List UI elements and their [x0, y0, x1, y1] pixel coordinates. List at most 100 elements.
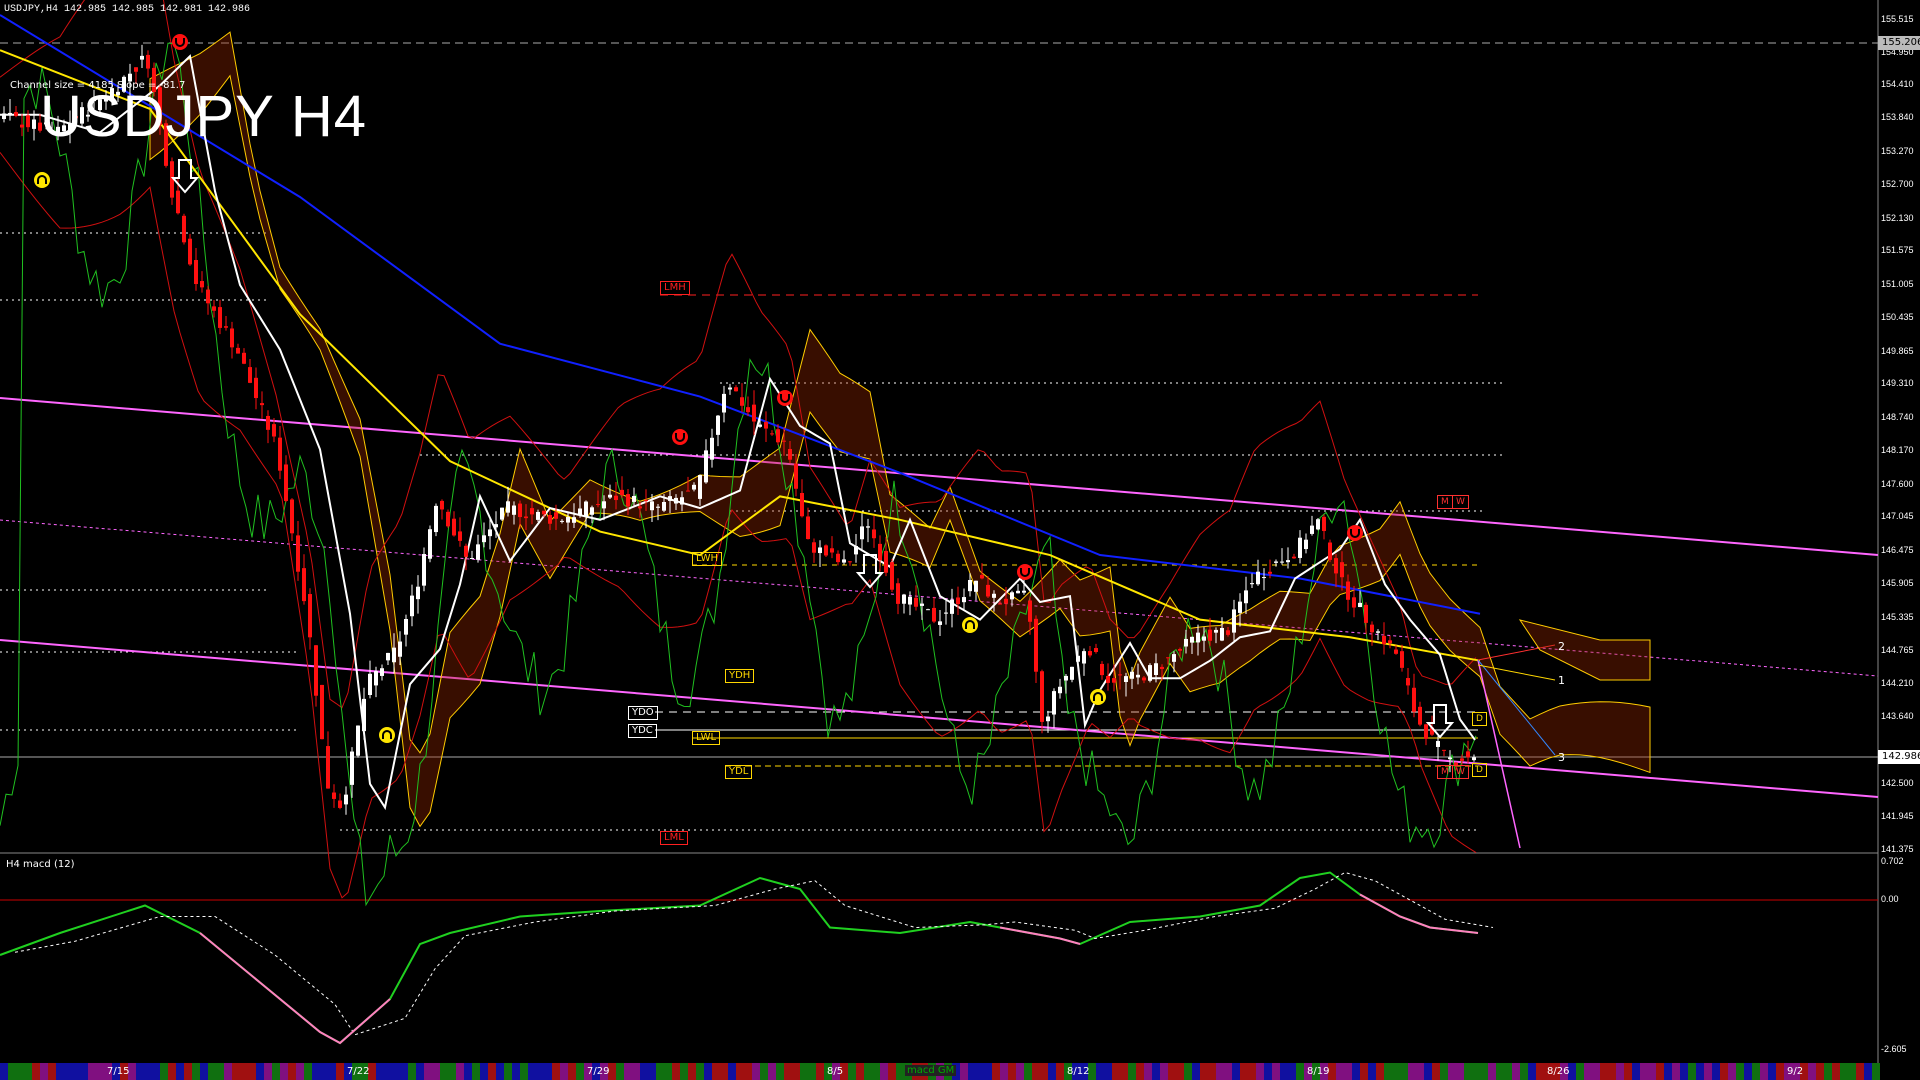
timeline-bar-segment: [1096, 1063, 1104, 1080]
timeline-bar-segment: [632, 1063, 640, 1080]
timeline-bar-segment: [624, 1063, 632, 1080]
candle-body: [1196, 632, 1200, 643]
timeline-bar-segment: [296, 1063, 304, 1080]
timeframe-tag: M: [1437, 765, 1453, 779]
candle-body: [968, 579, 972, 592]
candle-body: [812, 542, 816, 553]
candle-body: [638, 506, 642, 509]
candle-body: [194, 260, 198, 285]
candle-body: [596, 504, 600, 506]
timeline-bar-segment: [880, 1063, 888, 1080]
timeline-bar-segment: [264, 1063, 272, 1080]
candle-body: [914, 597, 918, 607]
timeline-bar-segment: [1000, 1063, 1008, 1080]
candle-body: [1172, 654, 1176, 662]
candle-body: [548, 515, 552, 524]
timeline-bar-segment: [240, 1063, 248, 1080]
candle-body: [698, 475, 702, 499]
candle-body: [236, 347, 240, 354]
candle-body: [686, 490, 690, 492]
fan-label: 3: [1558, 751, 1565, 764]
timeline-bar-segment: [1848, 1063, 1856, 1080]
timeline-bar-segment: [176, 1063, 184, 1080]
down-arrow-icon: [170, 159, 200, 194]
timeline-bar-segment: [1040, 1063, 1048, 1080]
price-tick: 144.765: [1881, 645, 1914, 655]
candle-body: [1016, 590, 1020, 594]
timeline-bar-segment: [1808, 1063, 1816, 1080]
timeline-bar-segment: [400, 1063, 408, 1080]
date-label: 8/12: [1067, 1066, 1090, 1077]
candle-body: [1076, 655, 1080, 662]
date-label: 7/22: [347, 1066, 370, 1077]
timeline-bar-segment: [568, 1063, 576, 1080]
timeline-bar-segment: [8, 1063, 16, 1080]
sell-signal-icon: [777, 390, 793, 406]
candle-body: [1466, 751, 1470, 758]
timeline-bar-segment: [392, 1063, 400, 1080]
timeline-bar-segment: [408, 1063, 416, 1080]
candle-body: [452, 518, 456, 536]
candle-body: [1298, 537, 1302, 558]
candle-body: [818, 547, 822, 554]
candle-body: [986, 584, 990, 597]
timeline-bar-segment: [1704, 1063, 1712, 1080]
timeline-bar-segment: [1592, 1063, 1600, 1080]
timeline-bar-segment: [1520, 1063, 1528, 1080]
timeline-bar-segment: [1456, 1063, 1464, 1080]
candle-body: [890, 562, 894, 590]
candle-body: [536, 511, 540, 520]
timeline-bar-segment: [1008, 1063, 1016, 1080]
candle-body: [656, 506, 660, 508]
candle-body: [446, 511, 450, 527]
candle-body: [266, 415, 270, 430]
candle-body: [1112, 678, 1116, 683]
candle-body: [1160, 666, 1164, 670]
timeframe-tag: W: [1452, 765, 1469, 779]
price-tick: 141.945: [1881, 810, 1914, 821]
candle-body: [842, 559, 846, 563]
candle-body: [1322, 516, 1326, 532]
candle-body: [368, 673, 372, 695]
candle-body: [1022, 590, 1026, 593]
candle-body: [1364, 604, 1368, 623]
timeline-bar-segment: [0, 1063, 8, 1080]
timeline-bar-segment: [1264, 1063, 1272, 1080]
timeline-bar-segment: [960, 1063, 968, 1080]
timeline-bar-segment: [1232, 1063, 1240, 1080]
candle-body: [1184, 638, 1188, 647]
timeline-bar-segment: [712, 1063, 720, 1080]
candle-body: [524, 516, 528, 519]
macd-tick: 0.702: [1881, 856, 1904, 866]
sell-signal-icon: [1347, 525, 1363, 541]
timeline-bar-segment: [320, 1063, 328, 1080]
timeline-bar-segment: [152, 1063, 160, 1080]
future-cloud: [1518, 619, 1651, 681]
candle-body: [1268, 571, 1272, 574]
candle-body: [614, 495, 618, 501]
candle-body: [1394, 649, 1398, 654]
timeline-bar-segment: [696, 1063, 704, 1080]
timeline-bar-segment: [752, 1063, 760, 1080]
timeline-bar-segment: [256, 1063, 264, 1080]
timeline-bar-segment: [224, 1063, 232, 1080]
timeline-bar-segment: [848, 1063, 856, 1080]
timeline-bar-segment: [1376, 1063, 1384, 1080]
timeline-bar-segment: [1608, 1063, 1616, 1080]
candle-body: [1304, 539, 1308, 550]
candle-body: [776, 429, 780, 443]
timeline-bar-segment: [1840, 1063, 1848, 1080]
candle-body: [494, 524, 498, 528]
timeline-bar-segment: [1760, 1063, 1768, 1080]
timeline-bar-segment: [1728, 1063, 1736, 1080]
macd-gm-button[interactable]: macd GM: [905, 1065, 957, 1076]
timeline-bar-segment: [736, 1063, 744, 1080]
candle-body: [830, 548, 834, 553]
candle-body: [1052, 691, 1056, 715]
timeline-bar-segment: [488, 1063, 496, 1080]
price-chart[interactable]: [0, 0, 1920, 1080]
candle-body: [956, 597, 960, 605]
timeline-bar-segment: [744, 1063, 752, 1080]
candle-body: [1412, 687, 1416, 712]
candle-body: [1442, 749, 1446, 751]
